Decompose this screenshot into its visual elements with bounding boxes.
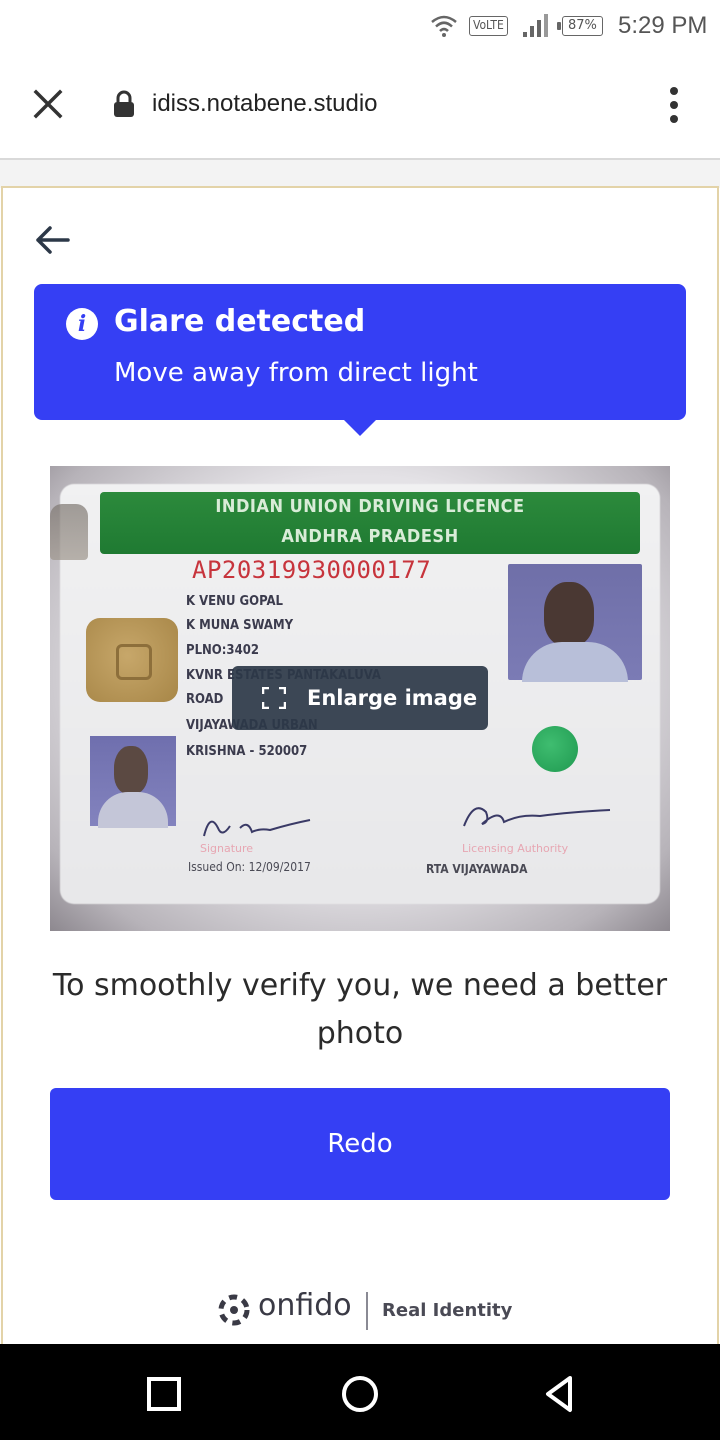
licence-line: ROAD (186, 692, 224, 707)
signal-icon (523, 14, 548, 37)
brand-divider (366, 1292, 368, 1330)
authority-signature (463, 807, 611, 827)
licence-line: K MUNA SWAMY (186, 618, 294, 633)
status-bar: VoLTE 87% 5:29 PM (0, 0, 720, 54)
licence-header-line1: INDIAN UNION DRIVING LICENCE (215, 496, 525, 517)
overflow-menu-icon[interactable] (660, 84, 688, 124)
lock-icon (114, 90, 134, 117)
portrait-photo (508, 564, 642, 682)
enlarge-label: Enlarge image (307, 686, 478, 710)
expand-icon (262, 687, 286, 709)
recents-icon[interactable] (144, 1374, 184, 1414)
back-arrow-icon[interactable] (30, 220, 74, 260)
hologram-seal (532, 726, 578, 772)
authority-label: Licensing Authority (462, 842, 569, 855)
licence-number: AP20319930000177 (192, 556, 432, 584)
chip-image (86, 618, 178, 702)
page-gap (0, 160, 720, 188)
licence-line: K VENU GOPAL (186, 594, 283, 609)
back-icon[interactable] (540, 1374, 580, 1414)
signature-label: Signature (200, 842, 254, 855)
home-icon[interactable] (340, 1374, 380, 1414)
alert-title: Glare detected (114, 304, 366, 339)
navigation-bar (0, 1344, 720, 1440)
holder-signature (203, 819, 311, 837)
info-icon: i (66, 308, 98, 340)
browser-toolbar: idiss.notabene.studio (0, 54, 720, 160)
url-bar[interactable]: idiss.notabene.studio (152, 90, 378, 118)
wifi-icon (431, 15, 457, 37)
volte-badge: VoLTE (469, 16, 508, 36)
onfido-logo-icon (218, 1294, 250, 1326)
onfido-wordmark: onfido (258, 1288, 352, 1323)
battery-icon: 87% (557, 16, 603, 36)
emblem-image (50, 504, 88, 560)
alert-subtitle: Move away from direct light (114, 358, 478, 388)
brand-tagline: Real Identity (382, 1300, 513, 1321)
portrait-thumbnail (90, 736, 176, 828)
enlarge-image-button[interactable]: Enlarge image (232, 666, 488, 730)
retake-message: To smoothly verify you, we need a better… (52, 968, 668, 1051)
licence-line: KRISHNA - 520007 (186, 744, 308, 759)
clock: 5:29 PM (618, 12, 708, 39)
close-icon[interactable] (28, 84, 68, 124)
redo-button[interactable]: Redo (50, 1088, 670, 1200)
glare-alert: i Glare detected Move away from direct l… (34, 284, 686, 436)
licence-line: PLNO:3402 (186, 643, 259, 658)
issuing-authority: RTA VIJAYAWADA (426, 862, 528, 876)
issued-on: Issued On: 12/09/2017 (188, 860, 311, 874)
licence-header-line2: ANDHRA PRADESH (281, 526, 459, 547)
